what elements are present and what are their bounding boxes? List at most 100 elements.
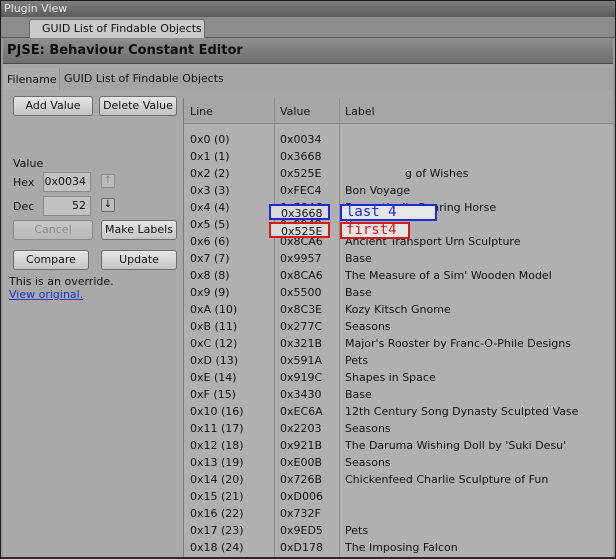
cell-line: 0x6 (6) [190,235,230,248]
cell-label: Base [345,388,372,401]
filename-label: Filename [7,73,57,86]
table-row[interactable]: 0xF (15) 0x3430 Base [184,386,613,403]
cell-label: Major's Rooster by Franc-O-Phile Designs [345,337,571,350]
cell-line: 0xC (12) [190,337,238,350]
table-row[interactable]: 0xA (10) 0x8C3E Kozy Kitsch Gnome [184,301,613,318]
cell-label: The Measure of a Sim' Wooden Model [345,269,552,282]
cell-line: 0xF (15) [190,388,236,401]
table-row[interactable]: 0xE (14) 0x919C Shapes in Space [184,369,613,386]
cell-value: 0xFEC4 [280,184,322,197]
table-row[interactable]: 0x17 (23) 0x9ED5 Pets [184,522,613,539]
highlighted-value: 0x525E [281,225,323,238]
table-row[interactable]: 0x2 (2) 0x525E g of Wishes [184,165,613,182]
header-value[interactable]: Value [280,105,310,118]
cell-line: 0xB (11) [190,320,238,333]
cell-line: 0x2 (2) [190,167,230,180]
table-row[interactable]: 0x3 (3) 0xFEC4 Bon Voyage [184,182,613,199]
cell-value: 0x591A [280,354,323,367]
table-row[interactable]: 0x12 (18) 0x921B The Daruma Wishing Doll b… [184,437,613,454]
cell-line: 0x15 (21) [190,490,244,503]
make-labels-button[interactable]: Make Labels [101,220,177,240]
cell-value: 0x2203 [280,422,322,435]
cancel-button[interactable]: Cancel [13,220,93,240]
cell-value: 0x3430 [280,388,322,401]
cell-label: Kozy Kitsch Gnome [345,303,451,316]
dec-field[interactable]: 52 [43,196,91,216]
editor-header: PJSE: Behaviour Constant Editor [3,38,613,64]
cell-line: 0x13 (19) [190,456,244,469]
table-row[interactable]: 0x9 (9) 0x5500 Base [184,284,613,301]
value-group-title: Value [13,157,44,170]
left-panel: Add Value Delete Value Value Hex 0x0034 … [3,92,181,558]
cell-label: Pets [345,354,369,367]
cell-value: 0x8C3E [280,303,323,316]
table-row[interactable]: 0xB (11) 0x277C Seasons [184,318,613,335]
update-button[interactable]: Update [101,250,177,270]
cell-value: 0x525E [280,167,322,180]
cell-line: 0x14 (20) [190,473,244,486]
filename-field[interactable]: GUID List of Findable Objects [59,68,613,90]
cell-line: 0x11 (17) [190,422,244,435]
table-row[interactable]: 0x13 (19) 0xE00B Seasons [184,454,613,471]
cell-label: 12th Century Song Dynasty Sculpted Vase [345,405,579,418]
cell-label: Base [345,252,372,265]
cell-line: 0x18 (24) [190,541,244,554]
editor-title: PJSE: Behaviour Constant Editor [7,43,243,58]
add-value-button[interactable]: Add Value [13,96,93,116]
table-row[interactable]: 0x8 (8) 0x8CA6 The Measure of a Sim' Woode… [184,267,613,284]
cell-line: 0x17 (23) [190,524,244,537]
header-line[interactable]: Line [190,105,213,118]
delete-value-button[interactable]: Delete Value [99,96,177,116]
cell-value: 0x9ED5 [280,524,323,537]
window-title: Plugin View [1,1,615,17]
cell-line: 0x10 (16) [190,405,244,418]
compare-button[interactable]: Compare [13,250,89,270]
cell-value: 0xE00B [280,456,323,469]
cell-label: Shapes in Space [345,371,436,384]
constants-grid[interactable]: Line Value Label 0x0 (0) 0x0034 0x1 (1) 0x3… [183,98,613,558]
dec-label: Dec [13,200,35,213]
table-row[interactable]: 0x1 (1) 0x3668 [184,148,613,165]
table-row[interactable]: 0x11 (17) 0x2203 Seasons [184,420,613,437]
cell-label: The Imposing Falcon [345,541,458,554]
cell-line: 0x5 (5) [190,218,230,231]
cell-line: 0x3 (3) [190,184,230,197]
table-row[interactable]: 0x7 (7) 0x9957 Base [184,250,613,267]
cell-label: g of Wishes [405,167,469,180]
override-note: This is an override. [9,275,114,288]
cell-label: Seasons [345,422,391,435]
spin-down-icon[interactable]: ↓ [101,198,115,212]
tab-strip: GUID List of Findable Objects [1,17,615,38]
spin-up-icon[interactable]: ↑ [101,174,115,188]
cell-value: 0xD178 [280,541,323,554]
table-row[interactable]: 0x18 (24) 0xD178 The Imposing Falcon [184,539,613,556]
cell-value: 0x732F [280,507,321,520]
cell-label: Base [345,286,372,299]
cell-value: 0xEC6A [280,405,323,418]
annotation-first-4: first4 [340,222,410,239]
cell-line: 0xE (14) [190,371,237,384]
cell-value: 0x3668 [280,150,322,163]
table-row[interactable]: 0x16 (22) 0x732F [184,505,613,522]
table-row[interactable]: 0x10 (16) 0xEC6A 12th Century Song Dynasty… [184,403,613,420]
header-label[interactable]: Label [345,105,375,118]
cell-line: 0x4 (4) [190,201,230,214]
filename-bar: Filename GUID List of Findable Objects [3,68,613,90]
table-row[interactable]: 0x14 (20) 0x726B Chickenfeed Charlie Sculp… [184,471,613,488]
hex-field[interactable]: 0x0034 [43,172,91,192]
table-row[interactable]: 0xD (13) 0x591A Pets [184,352,613,369]
cell-value: 0x921B [280,439,323,452]
table-row[interactable]: 0xC (12) 0x321B Major's Rooster by Franc-O… [184,335,613,352]
table-row[interactable]: 0x0 (0) 0x0034 [184,131,613,148]
cell-line: 0xD (13) [190,354,239,367]
cell-value: 0x5500 [280,286,322,299]
tab-guid-list[interactable]: GUID List of Findable Objects [29,19,205,38]
cell-line: 0x12 (18) [190,439,244,452]
table-row[interactable]: 0x15 (21) 0xD006 [184,488,613,505]
grid-header: Line Value Label [184,98,613,124]
view-original-link[interactable]: View original. [9,288,83,301]
cell-value: 0x726B [280,473,323,486]
cell-value: 0x0034 [280,133,322,146]
cell-line: 0x0 (0) [190,133,230,146]
annotation-last-4: last 4 [340,204,437,221]
